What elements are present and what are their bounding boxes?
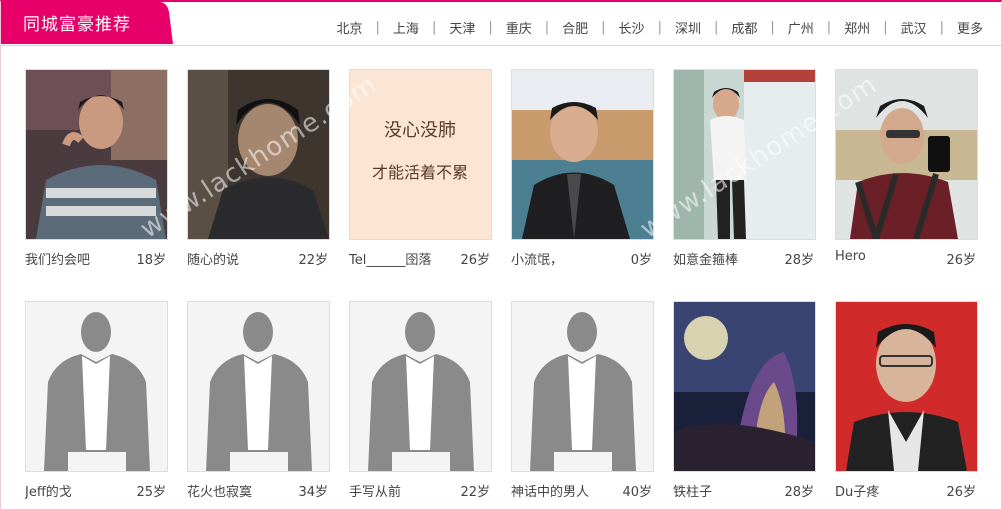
user-card[interactable]: Du子疼 26岁 (835, 301, 978, 501)
user-photo[interactable] (673, 301, 816, 472)
placeholder-photo[interactable] (349, 301, 492, 472)
city-separator: | (488, 19, 493, 35)
title-tab: 同城富豪推荐 (1, 2, 173, 44)
city-link-shanghai[interactable]: 上海 (391, 18, 421, 37)
city-link-chengdu[interactable]: 成都 (729, 18, 759, 37)
silhouette-icon (188, 302, 329, 471)
city-link-wuhan[interactable]: 武汉 (899, 18, 929, 37)
user-age: 28岁 (784, 253, 814, 268)
user-photo[interactable]: 没心没肺 才能活着不累 (349, 69, 492, 240)
user-info: 手写从前 22岁 (349, 481, 492, 500)
user-info: 如意金箍棒 28岁 (673, 249, 816, 268)
user-card[interactable]: 手写从前 22岁 (349, 301, 492, 501)
user-card[interactable]: 如意金箍棒 28岁 (673, 69, 816, 269)
user-card[interactable]: 我们约会吧 18岁 (25, 69, 168, 269)
user-card[interactable]: Hero 26岁 (835, 69, 978, 269)
user-age: 25岁 (136, 485, 166, 500)
recommend-panel: 同城富豪推荐 北京 | 上海 | 天津 | 重庆 | 合肥 | 长沙 | 深圳 … (0, 0, 1002, 510)
user-age: 18岁 (136, 253, 166, 268)
city-link-zhengzhou[interactable]: 郑州 (842, 18, 872, 37)
user-photo[interactable] (187, 69, 330, 240)
user-age: 22岁 (298, 253, 328, 268)
user-name[interactable]: 铁柱子 (673, 481, 712, 500)
user-info: 随心的说 22岁 (187, 249, 330, 268)
silhouette-icon (26, 302, 167, 471)
user-info: 小流氓， 0岁 (511, 249, 654, 268)
user-card[interactable]: Jeff的戈 25岁 (25, 301, 168, 501)
city-link-guangzhou[interactable]: 广州 (786, 18, 816, 37)
user-name[interactable]: 花火也寂寞 (187, 481, 252, 500)
user-name[interactable]: 如意金箍棒 (673, 249, 738, 268)
user-name[interactable]: Jeff的戈 (25, 481, 72, 500)
user-age: 26岁 (946, 253, 976, 268)
panel-title: 同城富豪推荐 (23, 15, 131, 35)
city-link-tianjin[interactable]: 天津 (447, 18, 477, 37)
user-photo[interactable] (673, 69, 816, 240)
silhouette-icon (512, 302, 653, 471)
user-name[interactable]: 神话中的男人 (511, 481, 589, 500)
user-age: 26岁 (946, 485, 976, 500)
user-photo[interactable] (835, 69, 978, 240)
user-age: 40岁 (622, 485, 652, 500)
user-info: 铁柱子 28岁 (673, 481, 816, 500)
user-info: Jeff的戈 25岁 (25, 481, 168, 500)
user-name[interactable]: 小流氓， (511, 249, 563, 268)
city-separator: | (713, 19, 719, 35)
city-separator: | (544, 19, 550, 35)
user-info: Tel______囹落 26岁 (349, 249, 492, 268)
user-info: 花火也寂寞 34岁 (187, 481, 330, 500)
user-age: 26岁 (460, 253, 490, 268)
city-link-shenzhen[interactable]: 深圳 (673, 18, 703, 37)
user-photo[interactable] (511, 69, 654, 240)
user-name[interactable]: 随心的说 (187, 249, 239, 268)
user-age: 34岁 (298, 485, 328, 500)
user-photo[interactable] (25, 69, 168, 240)
city-separator: | (601, 19, 606, 35)
user-name[interactable]: Hero (835, 249, 866, 264)
user-card[interactable]: 没心没肺 才能活着不累 Tel______囹落 26岁 (349, 69, 492, 269)
user-age: 28岁 (784, 485, 814, 500)
city-separator: | (657, 19, 662, 35)
city-link-hefei[interactable]: 合肥 (560, 18, 590, 37)
city-separator: | (431, 19, 437, 35)
user-info: Hero 26岁 (835, 249, 978, 268)
user-card[interactable]: 铁柱子 28岁 (673, 301, 816, 501)
city-link-more[interactable]: 更多 (955, 18, 985, 37)
user-info: Du子疼 26岁 (835, 481, 978, 500)
user-name[interactable]: Tel______囹落 (349, 249, 431, 268)
user-name[interactable]: 手写从前 (349, 481, 401, 500)
user-age: 0岁 (630, 253, 652, 268)
photo-text-line-2: 才能活着不累 (372, 163, 468, 182)
city-separator: | (939, 19, 944, 35)
user-info: 我们约会吧 18岁 (25, 249, 168, 268)
panel-header: 同城富豪推荐 北京 | 上海 | 天津 | 重庆 | 合肥 | 长沙 | 深圳 … (1, 2, 1001, 46)
city-separator: | (883, 19, 888, 35)
user-name[interactable]: Du子疼 (835, 481, 879, 500)
city-link-chongqing[interactable]: 重庆 (504, 18, 534, 37)
placeholder-photo[interactable] (187, 301, 330, 472)
city-separator: | (770, 19, 775, 35)
placeholder-photo[interactable] (25, 301, 168, 472)
city-nav: 北京 | 上海 | 天津 | 重庆 | 合肥 | 长沙 | 深圳 | 成都 | … (335, 17, 985, 37)
city-link-changsha[interactable]: 长沙 (617, 18, 647, 37)
user-card[interactable]: 花火也寂寞 34岁 (187, 301, 330, 501)
user-photo[interactable] (835, 301, 978, 472)
placeholder-photo[interactable] (511, 301, 654, 472)
user-age: 22岁 (460, 485, 490, 500)
city-link-beijing[interactable]: 北京 (335, 18, 365, 37)
user-card[interactable]: 神话中的男人 40岁 (511, 301, 654, 501)
user-card[interactable]: 随心的说 22岁 (187, 69, 330, 269)
city-separator: | (826, 19, 832, 35)
photo-text-line-1: 没心没肺 (384, 120, 456, 141)
silhouette-icon (350, 302, 491, 471)
user-name[interactable]: 我们约会吧 (25, 249, 90, 268)
city-separator: | (375, 19, 380, 35)
user-info: 神话中的男人 40岁 (511, 481, 654, 500)
user-card[interactable]: 小流氓， 0岁 (511, 69, 654, 269)
